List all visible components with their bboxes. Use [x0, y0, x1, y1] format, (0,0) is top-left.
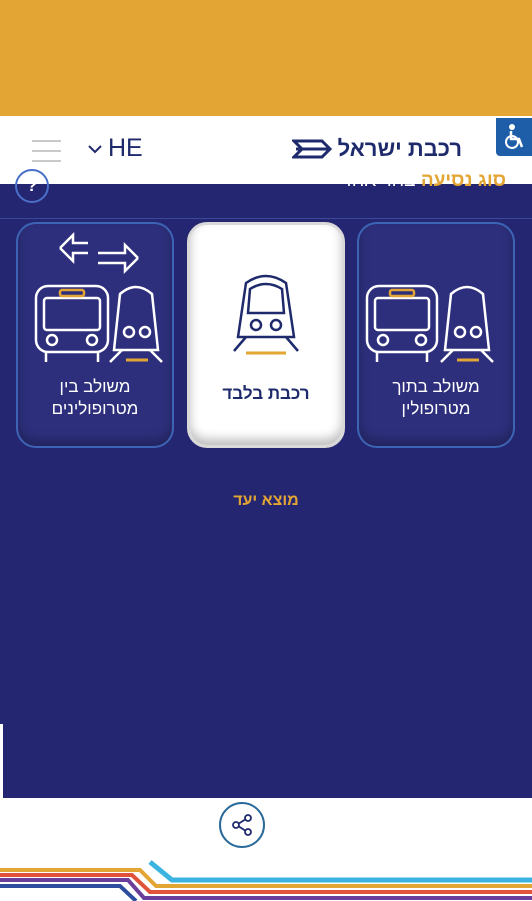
- wheelchair-icon: [505, 124, 524, 149]
- card-metro-combined[interactable]: משולב בתוך מטרופולין: [357, 222, 515, 448]
- bus-train-transfer-icon: [34, 231, 163, 363]
- accessibility-button[interactable]: [496, 118, 532, 156]
- card-label: משולב בתוך מטרופולין: [392, 377, 480, 418]
- chevron-down-icon: [88, 144, 102, 153]
- language-selector[interactable]: HE: [88, 134, 143, 163]
- card-train-only[interactable]: רכבת בלבד: [187, 222, 345, 448]
- origin-destination-label[interactable]: מוצא יעד: [0, 492, 532, 510]
- trip-type-title: סוג נסיעה בחר אחד: [341, 170, 506, 191]
- share-button[interactable]: [219, 802, 265, 848]
- help-button[interactable]: ?: [15, 169, 49, 203]
- share-icon: [232, 814, 252, 836]
- bus-train-icon: [365, 284, 494, 363]
- language-label: HE: [108, 134, 143, 162]
- divider: [0, 218, 532, 219]
- decorative-ribbon: [0, 860, 532, 901]
- card-label: משולב בין מטרופולינים: [51, 377, 139, 418]
- israel-railways-logo-icon: [291, 139, 332, 159]
- top-banner: [0, 0, 532, 120]
- brand-name: רכבת ישראל: [337, 136, 462, 161]
- card-label: רכבת בלבד: [222, 384, 310, 403]
- menu-icon[interactable]: [32, 140, 61, 162]
- card-intercity-combined[interactable]: משולב בין מטרופולינים: [16, 222, 174, 448]
- edge-strip: [0, 724, 3, 798]
- brand-logo[interactable]: רכבת ישראל: [291, 136, 462, 162]
- trip-type-panel: סוג נסיעה בחר אחד ? משולב בין מטרופוליני…: [0, 169, 532, 798]
- train-icon: [233, 274, 299, 355]
